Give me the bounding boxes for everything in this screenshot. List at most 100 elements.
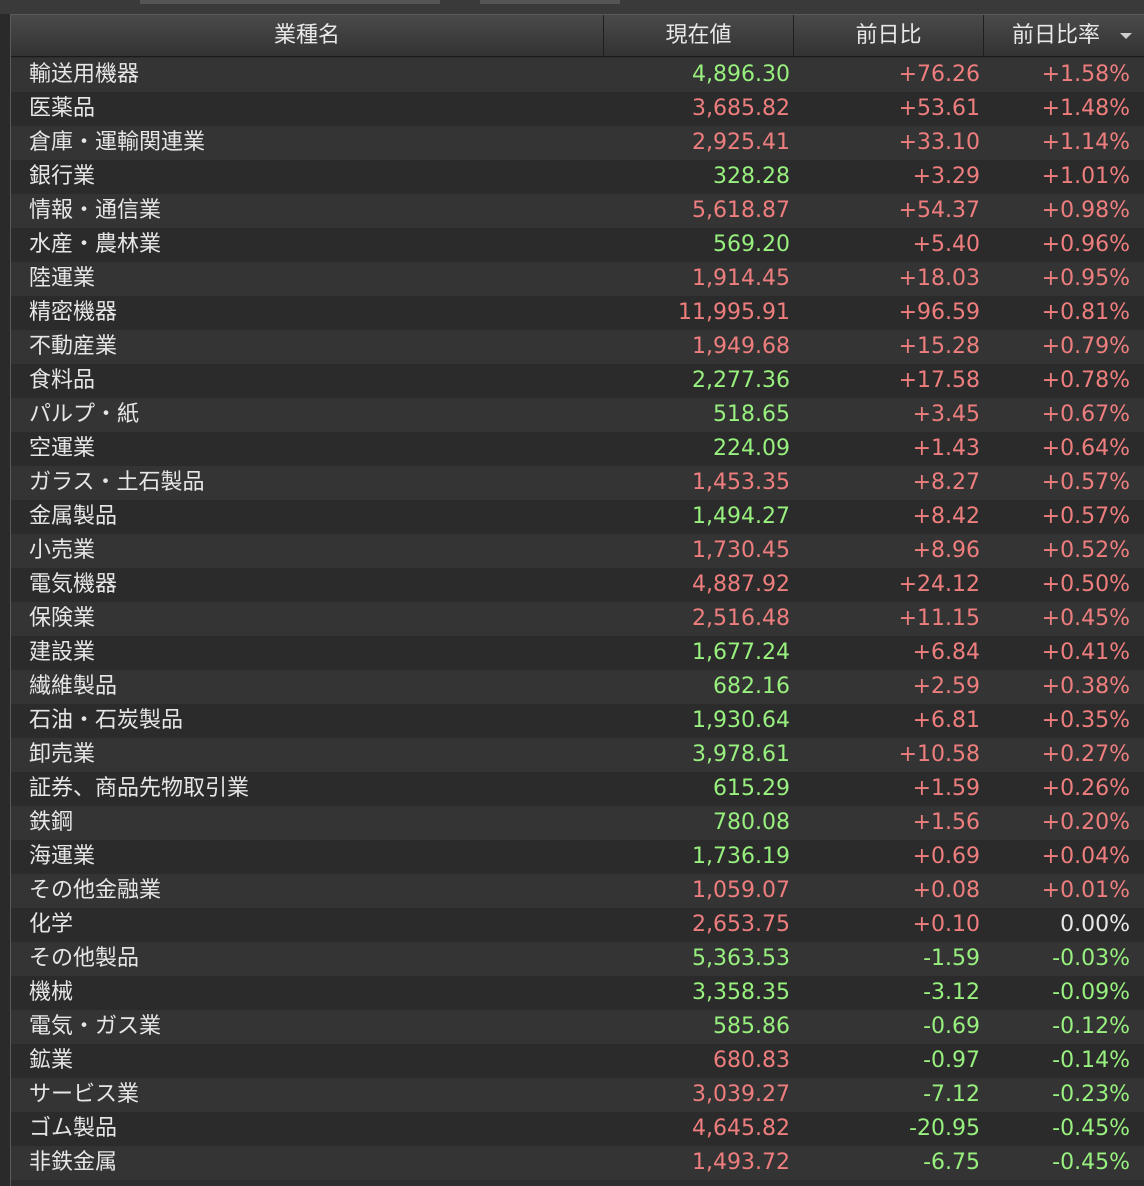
table-row[interactable]: 輸送用機器 4,896.30 +76.26 +1.58% [11,58,1144,92]
current-price: 5,618.87 [692,198,790,223]
sector-name: 化学 [29,912,74,937]
current-price: 1,494.27 [692,504,790,529]
current-price: 1,493.72 [692,1150,790,1175]
day-change-rate: +0.78% [1041,368,1130,393]
day-change-rate: +1.48% [1041,96,1130,121]
table-row[interactable]: 医薬品 3,685.82 +53.61 +1.48% [11,92,1144,126]
current-price: 569.20 [713,232,790,257]
sort-descending-icon[interactable] [1120,33,1132,39]
sector-name: 陸運業 [29,266,96,291]
day-change: +1.43 [912,436,980,461]
table-row[interactable]: 海運業 1,736.19 +0.69 +0.04% [11,840,1144,874]
day-change: +0.08 [912,878,980,903]
table-row[interactable]: その他金融業 1,059.07 +0.08 +0.01% [11,874,1144,908]
table-row[interactable]: 金属製品 1,494.27 +8.42 +0.57% [11,500,1144,534]
table-row[interactable]: 機械 3,358.35 -3.12 -0.09% [11,976,1144,1010]
day-change: +96.59 [898,300,980,325]
day-change-rate: +0.57% [1041,504,1130,529]
current-price: 2,277.36 [692,368,790,393]
day-change-rate: +0.26% [1041,776,1130,801]
table-row[interactable]: 証券、商品先物取引業 615.29 +1.59 +0.26% [11,772,1144,806]
top-strip-segment [140,0,440,4]
sector-name: 電気・ガス業 [29,1014,162,1039]
sector-name: その他製品 [29,946,140,971]
day-change: +18.03 [898,266,980,291]
table-row[interactable]: 石油・石炭製品 1,930.64 +6.81 +0.35% [11,704,1144,738]
current-price: 4,887.92 [692,572,790,597]
table-row[interactable]: 電気・ガス業 585.86 -0.69 -0.12% [11,1010,1144,1044]
table-row[interactable]: 非鉄金属 1,493.72 -6.75 -0.45% [11,1146,1144,1180]
day-change-rate: +0.20% [1041,810,1130,835]
table-row[interactable]: 精密機器 11,995.91 +96.59 +0.81% [11,296,1144,330]
table-row[interactable]: 保険業 2,516.48 +11.15 +0.45% [11,602,1144,636]
table-row[interactable]: 水産・農林業 569.20 +5.40 +0.96% [11,228,1144,262]
current-price: 585.86 [713,1014,790,1039]
sector-name: 鉄鋼 [29,810,74,835]
table-row[interactable]: 陸運業 1,914.45 +18.03 +0.95% [11,262,1144,296]
table-row[interactable]: パルプ・紙 518.65 +3.45 +0.67% [11,398,1144,432]
current-price: 1,059.07 [692,878,790,903]
table-row[interactable]: サービス業 3,039.27 -7.12 -0.23% [11,1078,1144,1112]
table-row[interactable]: 卸売業 3,978.61 +10.58 +0.27% [11,738,1144,772]
table-row[interactable]: 情報・通信業 5,618.87 +54.37 +0.98% [11,194,1144,228]
day-change: +1.56 [912,810,980,835]
sector-name: 建設業 [29,640,96,665]
day-change: +24.12 [898,572,980,597]
table-row[interactable]: 鉱業 680.83 -0.97 -0.14% [11,1044,1144,1078]
table-row[interactable]: 不動産業 1,949.68 +15.28 +0.79% [11,330,1144,364]
table-row[interactable]: 倉庫・運輸関連業 2,925.41 +33.10 +1.14% [11,126,1144,160]
day-change-rate: +1.58% [1041,62,1130,87]
sector-name: 保険業 [29,606,96,631]
current-price: 11,995.91 [678,300,790,325]
column-header-rate[interactable]: 前日比率 [984,15,1144,56]
column-header-change[interactable]: 前日比 [794,15,984,56]
current-price: 680.83 [713,1048,790,1073]
table-row[interactable]: 鉄鋼 780.08 +1.56 +0.20% [11,806,1144,840]
column-header-name-label: 業種名 [273,23,340,48]
table-row[interactable]: 食料品 2,277.36 +17.58 +0.78% [11,364,1144,398]
day-change: +3.29 [912,164,980,189]
table-row[interactable]: 建設業 1,677.24 +6.84 +0.41% [11,636,1144,670]
table-row[interactable]: ガラス・土石製品 1,453.35 +8.27 +0.57% [11,466,1144,500]
sector-name: ガラス・土石製品 [29,470,205,495]
day-change: +53.61 [898,96,980,121]
day-change-rate: +0.52% [1041,538,1130,563]
table-row[interactable]: 化学 2,653.75 +0.10 0.00% [11,908,1144,942]
day-change-rate: +0.79% [1041,334,1130,359]
current-price: 518.65 [713,402,790,427]
table-header: 業種名 現在値 前日比 前日比率 [11,15,1144,57]
table-row[interactable]: その他製品 5,363.53 -1.59 -0.03% [11,942,1144,976]
day-change-rate: +0.81% [1041,300,1130,325]
day-change-rate: +0.95% [1041,266,1130,291]
top-strip [0,0,1144,14]
day-change: -7.12 [923,1082,980,1107]
sector-name: 輸送用機器 [29,62,140,87]
sector-table: 業種名 現在値 前日比 前日比率 輸送用機器 4,896.30 +76.26 +1.5… [10,14,1144,1186]
sector-name: ゴム製品 [29,1116,118,1141]
day-change: -0.97 [923,1048,980,1073]
sector-name: 空運業 [29,436,96,461]
table-row[interactable]: ゴム製品 4,645.82 -20.95 -0.45% [11,1112,1144,1146]
day-change-rate: +0.45% [1041,606,1130,631]
table-row[interactable]: 小売業 1,730.45 +8.96 +0.52% [11,534,1144,568]
sector-name: 小売業 [29,538,96,563]
day-change: +33.10 [898,130,980,155]
table-row[interactable]: 繊維製品 682.16 +2.59 +0.38% [11,670,1144,704]
table-row[interactable]: 空運業 224.09 +1.43 +0.64% [11,432,1144,466]
column-header-name[interactable]: 業種名 [11,15,604,56]
sector-name: 石油・石炭製品 [29,708,184,733]
day-change-rate: 0.00% [1060,912,1130,937]
table-row[interactable]: 電気機器 4,887.92 +24.12 +0.50% [11,568,1144,602]
day-change: +5.40 [912,232,980,257]
sector-name: 情報・通信業 [29,198,162,223]
day-change-rate: +0.41% [1041,640,1130,665]
current-price: 615.29 [713,776,790,801]
sector-name: 金属製品 [29,504,118,529]
current-price: 3,358.35 [692,980,790,1005]
column-header-price[interactable]: 現在値 [604,15,794,56]
day-change-rate: +0.57% [1041,470,1130,495]
top-strip-segment [480,0,620,4]
table-body: 輸送用機器 4,896.30 +76.26 +1.58% 医薬品 3,685.82 +53.… [11,58,1144,1180]
day-change: +54.37 [898,198,980,223]
table-row[interactable]: 銀行業 328.28 +3.29 +1.01% [11,160,1144,194]
